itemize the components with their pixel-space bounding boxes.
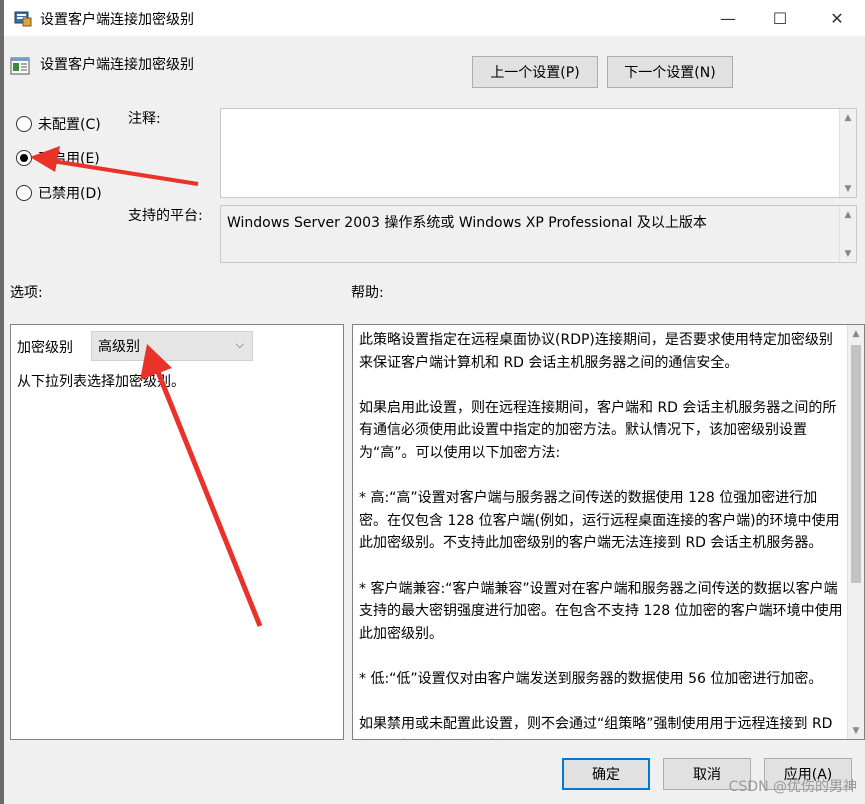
- scroll-down-icon[interactable]: ▼: [848, 722, 864, 739]
- policy-dialog: 设置客户端连接加密级别 — ☐ ✕ 设置客户端连接加密级别 上一个设置(P) 下…: [0, 0, 865, 804]
- scrollbar-thumb[interactable]: [851, 345, 861, 583]
- radio-label: 未配置(C): [38, 117, 101, 133]
- radio-not-configured[interactable]: 未配置(C): [16, 114, 101, 134]
- platform-value: Windows Server 2003 操作系统或 Windows XP Pro…: [227, 215, 707, 231]
- radio-enabled[interactable]: 已启用(E): [16, 148, 100, 168]
- window-title: 设置客户端连接加密级别: [40, 12, 194, 28]
- ok-button[interactable]: 确定: [562, 758, 650, 790]
- help-section-label: 帮助:: [351, 285, 384, 301]
- scroll-up-icon[interactable]: ▲: [840, 109, 856, 126]
- platform-box: Windows Server 2003 操作系统或 Windows XP Pro…: [220, 205, 857, 263]
- policy-app-icon: [14, 11, 32, 27]
- next-setting-button[interactable]: 下一个设置(N): [607, 56, 733, 88]
- help-paragraph: 此策略设置指定在远程桌面协议(RDP)连接期间，是否要求使用特定加密级别来保证客…: [359, 332, 833, 371]
- minimize-button[interactable]: —: [705, 0, 751, 36]
- comment-scrollbar[interactable]: ▲ ▼: [839, 109, 856, 197]
- scroll-down-icon[interactable]: ▼: [840, 245, 856, 262]
- previous-setting-button[interactable]: 上一个设置(P): [472, 56, 598, 88]
- options-hint: 从下拉列表选择加密级别。: [17, 374, 185, 390]
- maximize-button[interactable]: ☐: [757, 0, 803, 36]
- radio-button[interactable]: [16, 185, 32, 201]
- radio-button-checked[interactable]: [16, 150, 32, 166]
- help-text: 此策略设置指定在远程桌面协议(RDP)连接期间，是否要求使用特定加密级别来保证客…: [359, 329, 845, 739]
- radio-label: 已启用(E): [38, 151, 100, 167]
- radio-button[interactable]: [16, 116, 32, 132]
- setting-icon: [10, 57, 30, 75]
- radio-label: 已禁用(D): [38, 186, 102, 202]
- encryption-level-dropdown[interactable]: 高级别 ⌵: [91, 331, 253, 361]
- help-paragraph: 如果启用此设置，则在远程连接期间，客户端和 RD 会话主机服务器之间的所有通信必…: [359, 399, 837, 461]
- dropdown-value: 高级别: [98, 339, 140, 355]
- radio-disabled[interactable]: 已禁用(D): [16, 183, 102, 203]
- help-panel: 此策略设置指定在远程桌面协议(RDP)连接期间，是否要求使用特定加密级别来保证客…: [352, 324, 865, 740]
- help-paragraph: * 客户端兼容:“客户端兼容”设置对在客户端和服务器之间传送的数据以客户端支持的…: [359, 580, 843, 642]
- title-bar[interactable]: 设置客户端连接加密级别 — ☐ ✕: [4, 0, 865, 36]
- comment-label: 注释:: [128, 111, 161, 127]
- close-button[interactable]: ✕: [814, 0, 860, 36]
- setting-title: 设置客户端连接加密级别: [40, 57, 194, 73]
- encryption-level-label: 加密级别: [17, 340, 73, 356]
- platform-label: 支持的平台:: [128, 208, 203, 224]
- scroll-down-icon[interactable]: ▼: [840, 180, 856, 197]
- scroll-up-icon[interactable]: ▲: [840, 206, 856, 223]
- comment-textarea[interactable]: ▲ ▼: [220, 108, 857, 198]
- help-scrollbar[interactable]: ▲ ▼: [847, 325, 864, 739]
- chevron-down-icon: ⌵: [235, 338, 244, 351]
- watermark: CSDN @优伤的男神: [728, 779, 857, 795]
- help-paragraph: * 高:“高”设置对客户端与服务器之间传送的数据使用 128 位强加密进行加密。…: [359, 490, 840, 552]
- options-panel: 加密级别 高级别 ⌵ 从下拉列表选择加密级别。: [10, 324, 344, 740]
- options-section-label: 选项:: [10, 285, 43, 301]
- help-paragraph: * 低:“低”设置仅对由客户端发送到服务器的数据使用 56 位加密进行加密。: [359, 670, 823, 687]
- platform-scrollbar[interactable]: ▲ ▼: [839, 206, 856, 262]
- help-paragraph: 如果禁用或未配置此设置，则不会通过“组策略”强制使用用于远程连接到 RD 会话主…: [359, 716, 833, 739]
- scroll-up-icon[interactable]: ▲: [848, 325, 864, 342]
